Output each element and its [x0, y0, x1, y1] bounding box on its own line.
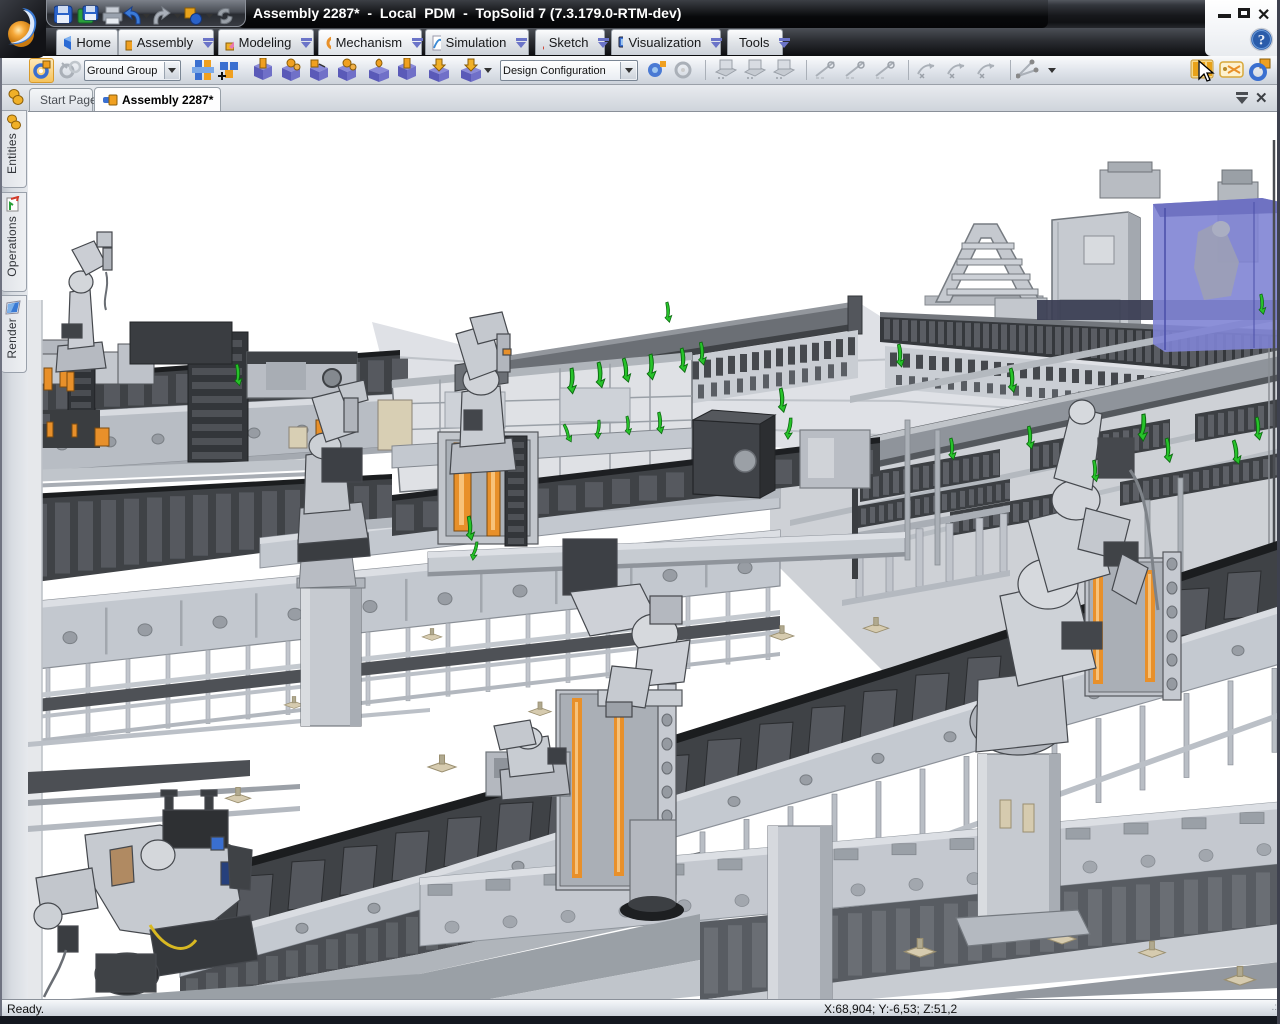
svg-text:?: ? — [1258, 33, 1266, 49]
